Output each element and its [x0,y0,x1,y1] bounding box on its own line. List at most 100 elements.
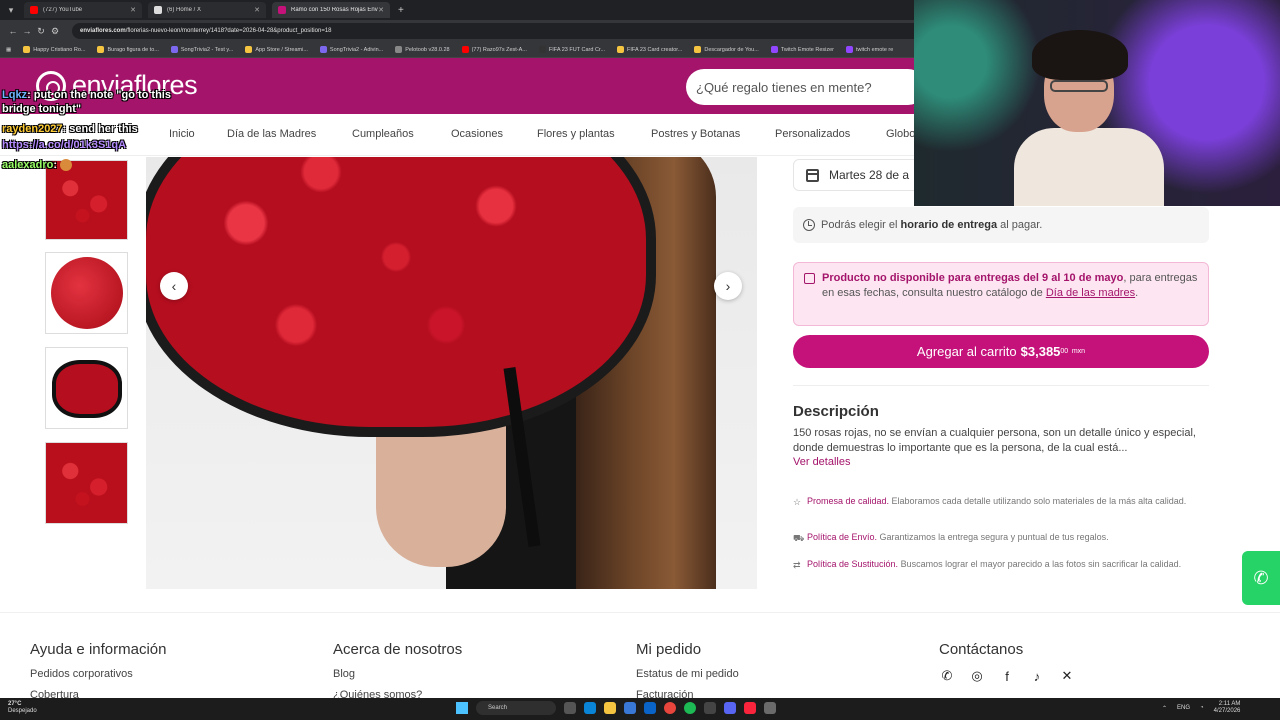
bookmark[interactable]: FIFA 23 Card creator... [617,46,682,53]
close-icon[interactable]: ✕ [254,6,260,14]
bookmark[interactable]: Pelotoob v28.0.28 [395,46,450,53]
language-indicator[interactable]: ENG [1177,705,1190,711]
wifi-icon[interactable]: ◔ [1200,705,1204,711]
discord-icon[interactable] [724,702,736,714]
footer-link[interactable]: Blog [333,668,462,680]
spotify-icon[interactable] [684,702,696,714]
close-icon[interactable]: ✕ [130,6,136,14]
footer-link[interactable]: Pedidos corporativos [30,668,166,680]
back-icon[interactable]: ← [6,26,20,36]
nav-item-personalizados[interactable]: Personalizados [775,128,850,140]
bookmark[interactable]: Descargador de You... [694,46,759,53]
nav-item-dia-madres[interactable]: Día de las Madres [227,128,316,140]
chat-message: Lqkz: put on the note "go to this bridge… [2,88,182,116]
nav-item-globos[interactable]: Globo [886,128,915,140]
tab-youtube[interactable]: (727) YouTube ✕ [24,2,142,18]
bookmark[interactable]: Burago figura de to... [97,46,159,53]
bookmark[interactable]: FIFA 23 FUT Card Cr... [538,46,605,53]
gallery-thumbnail[interactable] [45,347,128,429]
reload-icon[interactable]: ↻ [34,26,48,37]
stream-chat-overlay: Lqkz: put on the note "go to this bridge… [2,88,182,178]
whatsapp-button[interactable]: ✆ [1242,551,1280,605]
temperature: 27°C [8,701,22,707]
tab-enviaflores[interactable]: Ramo con 150 Rosas Rojas Env ✕ [272,2,390,18]
system-tray: ⌃ ENG ◔ 2:11 AM 4/27/2026 [1162,701,1240,715]
nav-item-ocasiones[interactable]: Ocasiones [451,128,503,140]
alert-link[interactable]: Día de las madres [1046,287,1135,299]
delivery-info: Podrás elegir el horario de entrega al p… [793,207,1209,243]
new-tab-button[interactable]: + [398,5,404,16]
tab-search-icon[interactable]: ▾ [4,5,18,16]
see-details-link[interactable]: Ver detalles [793,456,850,468]
bouquet-image [52,360,122,418]
footer-heading: Mi pedido [636,641,702,658]
gallery-thumbnail[interactable] [45,252,128,334]
bookmark[interactable]: twitch emote re [846,46,893,53]
folder-icon [23,46,31,53]
add-to-cart-button[interactable]: Agregar al carrito $3,385 00 mxn [793,335,1209,368]
gallery-thumbnail[interactable] [45,442,128,524]
chat-text: : [53,159,58,171]
folder-icon [694,46,702,53]
footer-col-contact: Contáctanos ✆ ◎ f ♪ ✕ [939,641,1075,684]
facebook-icon[interactable]: f [999,668,1015,684]
tab-label: (727) YouTube [43,7,83,13]
policy-shipping: ⛟ Política de Envío. Garantizamos la ent… [793,532,1109,543]
windows-start-icon[interactable] [456,702,468,714]
nav-item-flores-plantas[interactable]: Flores y plantas [537,128,615,140]
search-input[interactable]: ¿Qué regalo tienes en mente? [686,69,926,105]
chat-message: rayden2027: send her this [2,122,182,136]
tab-x[interactable]: (6) Home / X ✕ [148,2,266,18]
chat-text: : send her this [62,123,138,135]
file-explorer-icon[interactable] [604,702,616,714]
bookmark[interactable]: Twitch Emote Resizer [770,46,834,53]
webcam-overlay [914,0,1280,206]
bookmark[interactable]: SongTrivia2 - Adivin... [319,46,383,53]
edge-icon[interactable] [584,702,596,714]
x-icon[interactable]: ✕ [1059,668,1075,684]
bookmark[interactable]: Happy Cristiano Ro... [23,46,85,53]
close-icon[interactable]: ✕ [378,6,384,14]
gallery-prev-button[interactable]: ‹ [160,272,188,300]
weather-widget[interactable]: 27°C Despejado [8,701,37,715]
gallery-next-button[interactable]: › [714,272,742,300]
delivery-date: Martes 28 de a [829,168,910,182]
bookmark[interactable]: SongTrivia2 - Test y... [170,46,233,53]
nav-item-postres[interactable]: Postres y Botanas [651,128,740,140]
site-footer: Ayuda e información Pedidos corporativos… [0,612,1280,701]
tab-label: Ramo con 150 Rosas Rojas Env [291,7,378,13]
swap-icon: ⇄ [793,560,801,570]
availability-alert: Producto no disponible para entregas del… [793,262,1209,326]
search-placeholder: ¿Qué regalo tienes en mente? [696,79,872,95]
mail-icon[interactable] [644,702,656,714]
tiktok-icon[interactable]: ♪ [1029,668,1045,684]
bookmark[interactable]: App Store / Streami... [245,46,308,53]
chevron-up-icon[interactable]: ⌃ [1162,705,1167,712]
instagram-icon[interactable]: ◎ [969,668,985,684]
store-icon[interactable] [624,702,636,714]
weather-condition: Despejado [8,708,37,714]
steam-icon[interactable] [704,702,716,714]
url-input[interactable]: enviaflores.com /florerias-nuevo-leon/mo… [72,23,932,39]
clock[interactable]: 2:11 AM 4/27/2026 [1214,701,1241,715]
nav-item-cumpleanos[interactable]: Cumpleaños [352,128,414,140]
chat-message: https://a.co/d/01k3S1qA [2,138,182,152]
taskbar-apps: Search [456,701,776,715]
task-view-icon[interactable] [564,702,576,714]
forward-icon[interactable]: → [20,26,34,36]
taskbar-search[interactable]: Search [476,701,556,715]
bookmark[interactable]: (77) Razo97s Zest-A... [461,46,527,53]
site-info-icon[interactable]: ⚙ [48,26,62,37]
footer-heading: Acerca de nosotros [333,641,463,658]
youtube-icon [461,46,469,53]
bookmark-icon [395,46,403,53]
chrome-icon[interactable] [664,702,676,714]
whatsapp-icon[interactable]: ✆ [939,668,955,684]
app-icon[interactable] [764,702,776,714]
apps-icon[interactable]: ▦ [6,47,11,53]
music-icon[interactable] [744,702,756,714]
footer-link[interactable]: Estatus de mi pedido [636,668,739,680]
description-title: Descripción [793,403,879,420]
star-icon: ☆ [793,497,802,507]
chat-username: Lqkz [2,89,28,101]
